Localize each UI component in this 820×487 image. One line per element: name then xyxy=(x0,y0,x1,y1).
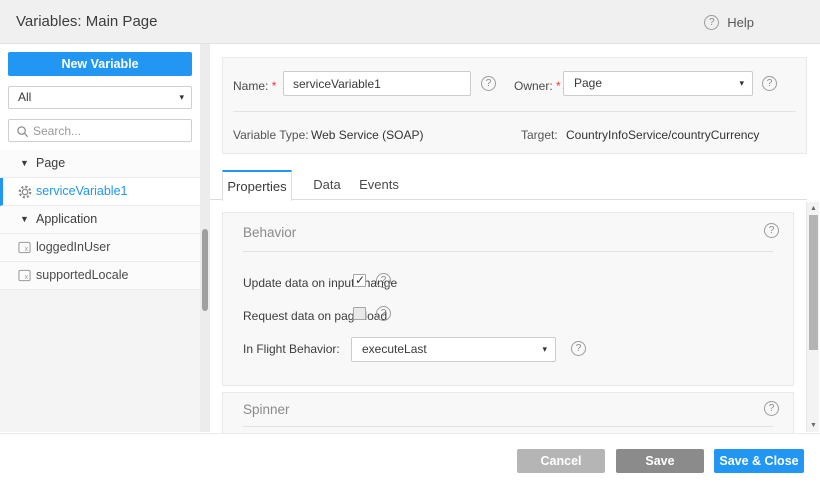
request-data-help-icon[interactable]: ? xyxy=(376,306,391,321)
behavior-section-title: Behavior xyxy=(243,225,296,240)
tree-item-servicevariable1[interactable]: serviceVariable1 xyxy=(0,178,200,206)
update-data-on-input-change-label: Update data on input change xyxy=(243,276,397,290)
in-flight-help-icon[interactable]: ? xyxy=(571,341,586,356)
in-flight-behavior-dropdown[interactable]: executeLast ▾ xyxy=(351,337,556,362)
tree-group-application[interactable]: ▼ Application xyxy=(0,206,200,234)
scroll-up-icon[interactable]: ▲ xyxy=(807,205,820,212)
tab-events[interactable]: Events xyxy=(350,170,408,200)
save-and-close-button[interactable]: Save & Close xyxy=(714,449,804,473)
name-input[interactable] xyxy=(283,71,471,96)
tab-bar: Properties Data Events xyxy=(210,170,807,200)
save-button[interactable]: Save xyxy=(616,449,704,473)
chevron-down-icon: ▾ xyxy=(179,87,184,108)
required-asterisk: * xyxy=(272,79,277,93)
new-variable-button[interactable]: New Variable xyxy=(8,52,192,76)
chevron-down-icon: ▾ xyxy=(542,338,547,361)
owner-label: Owner: * xyxy=(514,79,561,93)
variable-filter-dropdown[interactable]: All ▾ xyxy=(8,86,192,109)
behavior-help-icon[interactable]: ? xyxy=(764,223,779,238)
variable-type-value: Web Service (SOAP) xyxy=(311,128,423,142)
divider xyxy=(233,111,796,112)
static-variable-icon: x xyxy=(18,241,31,254)
search-icon xyxy=(16,125,29,138)
name-label: Name: * xyxy=(233,79,276,93)
content-scrollbar-thumb[interactable] xyxy=(809,215,818,350)
item-label: supportedLocale xyxy=(36,262,128,289)
spinner-section: Spinner ? xyxy=(222,392,794,433)
web-service-gear-icon xyxy=(18,185,32,199)
filter-value: All xyxy=(18,87,31,108)
in-flight-behavior-value: executeLast xyxy=(362,338,427,361)
tree-item-loggedinuser[interactable]: x loggedInUser xyxy=(0,234,200,262)
sidebar-scrollbar-thumb[interactable] xyxy=(202,229,208,311)
variables-tree: ▼ Page serviceVariable1 ▼ Application x … xyxy=(0,150,200,290)
variable-detail-panel: Name: * ? Owner: * Page ▾ ? Variable Typ… xyxy=(210,44,820,433)
help-label: Help xyxy=(727,15,754,30)
cancel-button[interactable]: Cancel xyxy=(517,449,605,473)
svg-text:x: x xyxy=(25,246,29,253)
update-data-help-icon[interactable]: ? xyxy=(376,273,391,288)
help-icon: ? xyxy=(704,15,719,30)
required-asterisk: * xyxy=(556,79,561,93)
variable-type-label: Variable Type: xyxy=(233,128,309,142)
tree-group-page[interactable]: ▼ Page xyxy=(0,150,200,178)
search-box xyxy=(8,119,192,142)
scroll-down-icon[interactable]: ▼ xyxy=(807,422,820,429)
help-button[interactable]: ? Help xyxy=(704,0,754,44)
group-label: Page xyxy=(36,150,65,177)
owner-dropdown[interactable]: Page ▾ xyxy=(563,71,753,96)
tree-item-supportedlocale[interactable]: x supportedLocale xyxy=(0,262,200,290)
owner-help-icon[interactable]: ? xyxy=(762,76,777,91)
spinner-help-icon[interactable]: ? xyxy=(764,401,779,416)
chevron-down-icon: ▼ xyxy=(20,206,29,233)
content-scrollbar[interactable]: ▲ ▼ xyxy=(806,202,819,432)
page-title: Variables: Main Page xyxy=(16,0,157,44)
chevron-down-icon: ▾ xyxy=(739,72,744,95)
item-label: loggedInUser xyxy=(36,234,110,261)
group-label: Application xyxy=(36,206,97,233)
tab-data[interactable]: Data xyxy=(302,170,352,200)
tab-properties[interactable]: Properties xyxy=(222,170,292,201)
properties-scroll-area: Behavior ? Update data on input change ?… xyxy=(210,200,806,433)
update-data-on-input-change-checkbox[interactable] xyxy=(353,274,366,287)
variables-sidebar: New Variable All ▾ ▼ Page serviceVariabl… xyxy=(0,44,200,432)
sidebar-scrollbar[interactable] xyxy=(200,44,210,432)
target-label: Target: xyxy=(521,128,558,142)
variable-info-panel: Name: * ? Owner: * Page ▾ ? Variable Typ… xyxy=(222,57,807,154)
sidebar-controls: New Variable All ▾ xyxy=(0,44,200,150)
dialog-footer: Cancel Save Save & Close xyxy=(0,433,820,487)
dialog-header: Variables: Main Page ? Help xyxy=(0,0,820,44)
owner-value: Page xyxy=(574,72,602,95)
spinner-section-title: Spinner xyxy=(243,402,290,417)
sidebar-empty-area xyxy=(0,290,200,432)
item-label: serviceVariable1 xyxy=(36,178,127,205)
svg-text:x: x xyxy=(25,274,29,281)
request-data-on-page-load-checkbox[interactable] xyxy=(353,307,366,320)
divider xyxy=(243,251,773,252)
in-flight-behavior-label: In Flight Behavior: xyxy=(243,342,340,356)
static-variable-icon: x xyxy=(18,269,31,282)
target-value: CountryInfoService/countryCurrency xyxy=(566,128,759,142)
behavior-section: Behavior ? Update data on input change ?… xyxy=(222,212,794,386)
name-help-icon[interactable]: ? xyxy=(481,76,496,91)
divider xyxy=(243,426,773,427)
chevron-down-icon: ▼ xyxy=(20,150,29,177)
search-input[interactable] xyxy=(33,121,188,140)
